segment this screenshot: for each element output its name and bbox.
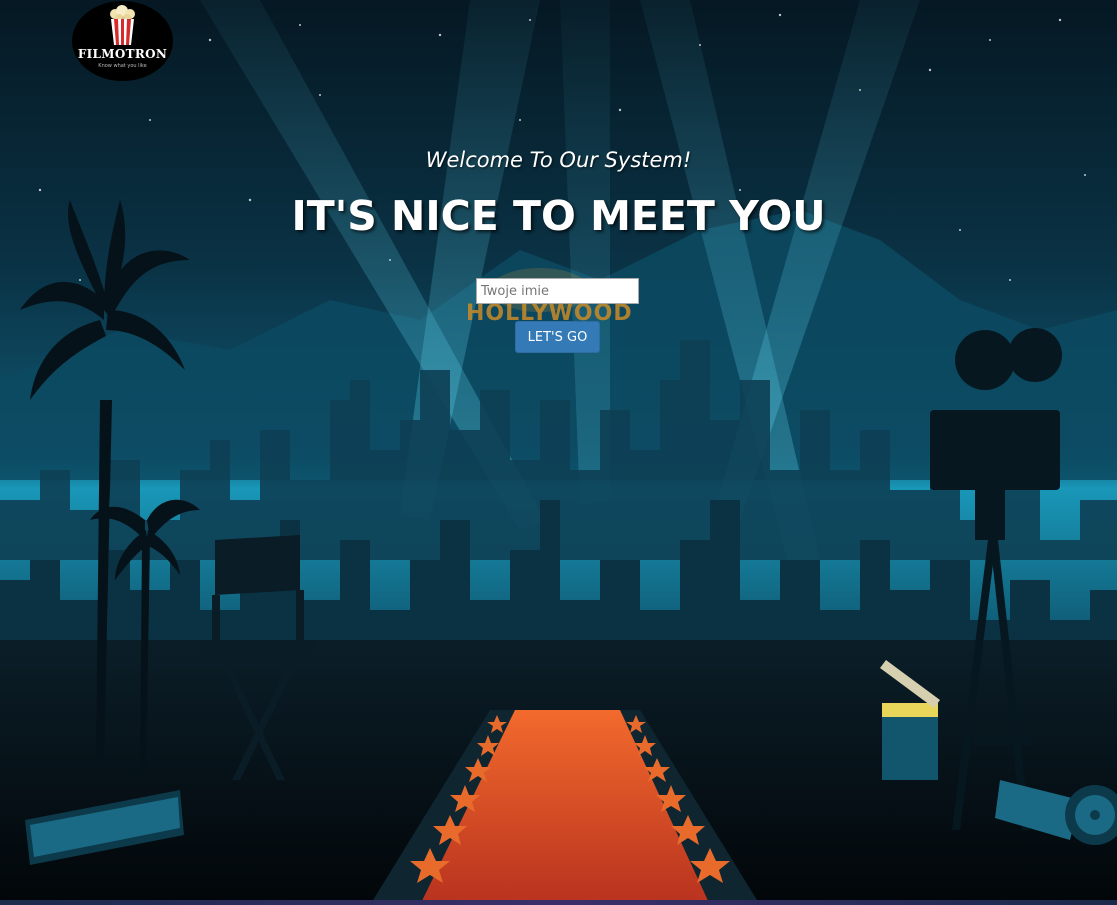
welcome-subtitle: Welcome To Our System!: [425, 148, 692, 172]
popcorn-icon: [110, 5, 135, 45]
lets-go-button[interactable]: LET'S GO: [515, 321, 600, 353]
hollywood-night-background: HOLLYWOOD: [0, 0, 1117, 905]
landing-page: HOLLYWOOD FILMOTRON Know what you like W…: [0, 0, 1117, 905]
bottom-border: [0, 900, 1117, 905]
filmotron-logo[interactable]: FILMOTRON Know what you like: [72, 1, 173, 81]
page-headline: IT'S NICE TO MEET YOU: [291, 192, 826, 240]
name-input[interactable]: [476, 278, 639, 304]
logo-tagline: Know what you like: [98, 63, 147, 69]
logo-brand-name: FILMOTRON: [77, 47, 168, 61]
